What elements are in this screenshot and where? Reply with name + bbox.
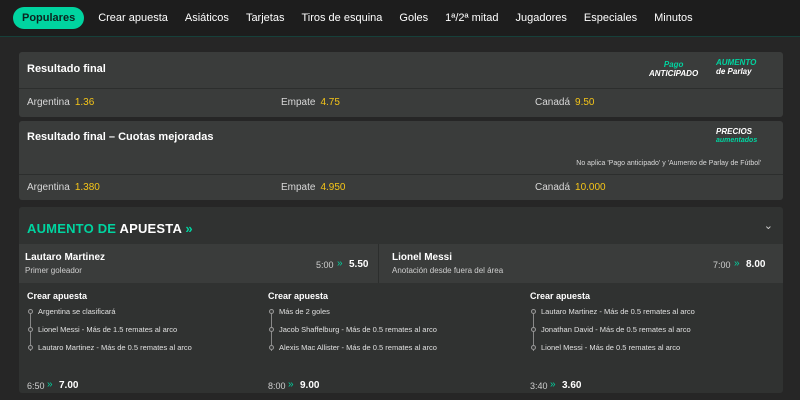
- early-payout-badge: Pago ANTICIPADO: [649, 60, 699, 78]
- circle-icon: [28, 345, 33, 350]
- bet-builder-card[interactable]: Crear apuesta Más de 2 goles Jacob Shaff…: [268, 287, 518, 396]
- outcome-canada[interactable]: Canadá 9.50: [535, 97, 595, 108]
- boosted-odds: 3.60: [562, 380, 582, 391]
- bet-leg: Lautaro Martinez - Más de 0.5 remates al…: [530, 307, 780, 318]
- bet-builder-title: Crear apuesta: [27, 291, 88, 301]
- player-name: Lautaro Martinez: [25, 252, 106, 263]
- tab-goles[interactable]: Goles: [391, 7, 436, 29]
- outcome-empate[interactable]: Empate 4.75: [281, 97, 340, 108]
- outcome-empate[interactable]: Empate 4.950: [281, 182, 346, 193]
- bet-leg: Lionel Messi - Más de 1.5 remates al arc…: [27, 325, 277, 336]
- player-name: Lionel Messi: [392, 252, 453, 263]
- player-boost-lautaro[interactable]: Lautaro Martinez Primer goleador 5:00 » …: [19, 244, 378, 283]
- divider: [19, 174, 783, 175]
- bet-leg: Jacob Shaffelburg - Más de 0.5 remates a…: [268, 325, 518, 336]
- tab-mitad[interactable]: 1ª/2ª mitad: [437, 7, 506, 29]
- parlay-boost-badge: AUMENTO de Parlay: [716, 58, 757, 76]
- bet-leg: Lautaro Martinez - Más de 0.5 remates al…: [27, 343, 277, 354]
- market-cuotas-mejoradas: Resultado final – Cuotas mejoradas PRECI…: [19, 121, 783, 200]
- bet-builder-card[interactable]: Crear apuesta Argentina se clasificará L…: [27, 287, 277, 396]
- old-odds: 3:40: [530, 381, 548, 391]
- bet-builder-card[interactable]: Crear apuesta Lautaro Martinez - Más de …: [530, 287, 780, 396]
- circle-icon: [269, 309, 274, 314]
- tab-tarjetas[interactable]: Tarjetas: [238, 7, 293, 29]
- tab-asiaticos[interactable]: Asiáticos: [177, 7, 237, 29]
- circle-icon: [269, 345, 274, 350]
- double-chevron-right-icon: »: [337, 258, 343, 269]
- old-odds: 8:00: [268, 381, 286, 391]
- bet-boost-section: AUMENTO DE APUESTA » ⌄ Lautaro Martinez …: [19, 207, 783, 393]
- double-chevron-right-icon: »: [288, 379, 294, 390]
- bet-builder-title: Crear apuesta: [530, 291, 591, 301]
- boosted-odds: 5.50: [349, 259, 369, 270]
- outcome-argentina[interactable]: Argentina 1.380: [27, 182, 100, 193]
- tab-jugadores[interactable]: Jugadores: [508, 7, 575, 29]
- circle-icon: [531, 309, 536, 314]
- outcome-canada[interactable]: Canadá 10.000: [535, 182, 606, 193]
- outcome-argentina[interactable]: Argentina 1.36: [27, 97, 94, 108]
- tab-crear-apuesta[interactable]: Crear apuesta: [90, 7, 176, 29]
- market-tabs: Populares Crear apuesta Asiáticos Tarjet…: [0, 0, 800, 37]
- circle-icon: [28, 327, 33, 332]
- boosted-odds: 7.00: [59, 380, 79, 391]
- old-odds: 7:00: [713, 260, 731, 270]
- chevron-down-icon[interactable]: ⌄: [764, 219, 773, 232]
- circle-icon: [531, 345, 536, 350]
- bet-leg: Más de 2 goles: [268, 307, 518, 318]
- player-market: Primer goleador: [25, 266, 82, 275]
- old-odds: 6:50: [27, 381, 45, 391]
- divider: [19, 88, 783, 89]
- double-chevron-right-icon: »: [185, 221, 193, 236]
- bet-leg: Alexis Mac Allister - Más de 0.5 remates…: [268, 343, 518, 354]
- boosted-odds: 8.00: [746, 259, 766, 270]
- market-resultado-final: Resultado final Pago ANTICIPADO AUMENTO …: [19, 52, 783, 117]
- exclusion-note: No aplica 'Pago anticipado' y 'Aumento d…: [576, 160, 761, 167]
- old-odds: 5:00: [316, 260, 334, 270]
- market-title: Resultado final – Cuotas mejoradas: [27, 131, 214, 143]
- bet-boost-title: AUMENTO DE APUESTA »: [27, 221, 193, 236]
- bet-builder-title: Crear apuesta: [268, 291, 329, 301]
- tab-populares[interactable]: Populares: [13, 7, 85, 29]
- bet-leg: Lionel Messi - Más de 0.5 remates al arc…: [530, 343, 780, 354]
- bet-leg: Jonathan David - Más de 0.5 remates al a…: [530, 325, 780, 336]
- double-chevron-right-icon: »: [550, 379, 556, 390]
- bet-leg: Argentina se clasificará: [27, 307, 277, 318]
- tab-minutos[interactable]: Minutos: [646, 7, 701, 29]
- boosted-odds: 9.00: [300, 380, 320, 391]
- circle-icon: [28, 309, 33, 314]
- player-market: Anotación desde fuera del área: [392, 266, 504, 275]
- double-chevron-right-icon: »: [734, 258, 740, 269]
- boosted-prices-badge: PRECIOS aumentados: [716, 127, 758, 144]
- circle-icon: [531, 327, 536, 332]
- circle-icon: [269, 327, 274, 332]
- tab-tiros-de-esquina[interactable]: Tiros de esquina: [293, 7, 390, 29]
- market-title: Resultado final: [27, 63, 106, 75]
- double-chevron-right-icon: »: [47, 379, 53, 390]
- tab-especiales[interactable]: Especiales: [576, 7, 645, 29]
- player-boost-messi[interactable]: Lionel Messi Anotación desde fuera del á…: [379, 244, 783, 283]
